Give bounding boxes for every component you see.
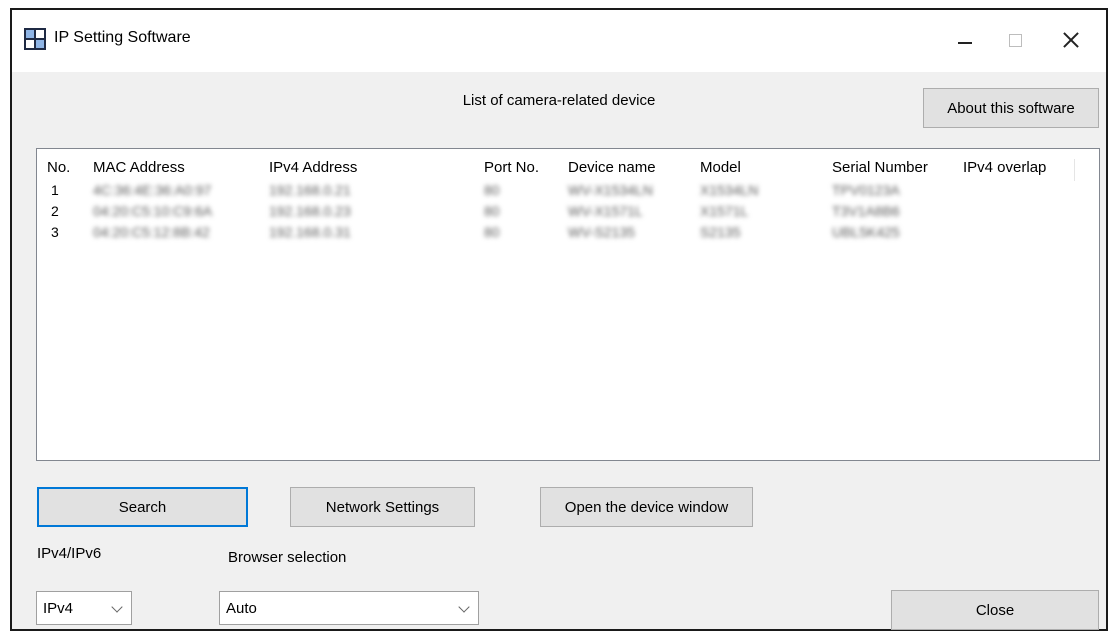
cell-port: 80 [484, 224, 500, 240]
cell-no: 2 [51, 203, 59, 219]
column-header-overlap[interactable]: IPv4 overlap [963, 159, 1046, 176]
browser-selection-label: Browser selection [228, 549, 347, 566]
cell-model: X1571L [700, 203, 749, 219]
minimize-icon [958, 42, 972, 44]
browser-value: Auto [226, 600, 257, 617]
column-separator[interactable] [1074, 159, 1075, 181]
cell-device-name: WV-S2135 [568, 224, 635, 240]
column-header-mac[interactable]: MAC Address [93, 159, 185, 176]
table-row[interactable]: 2 04:20:C5:10:C9:6A 192.168.0.23 80 WV-X… [37, 203, 1099, 223]
cell-model: S2135 [700, 224, 741, 240]
cell-mac: 04:20:C5:12:8B:42 [93, 224, 210, 240]
title-bar[interactable]: IP Setting Software [12, 10, 1106, 72]
cell-port: 80 [484, 203, 500, 219]
cell-ipv4: 192.168.0.23 [269, 203, 351, 219]
list-header: No. MAC Address IPv4 Address Port No. De… [37, 159, 1099, 181]
browser-select[interactable]: Auto [219, 591, 479, 625]
chevron-down-icon [111, 601, 123, 613]
cell-port: 80 [484, 182, 500, 198]
cell-device-name: WV-X1571L [568, 203, 643, 219]
cell-serial: TPV0123A [832, 182, 900, 198]
app-grid-icon [24, 28, 46, 50]
cell-mac: 04:20:C5:10:C9:6A [93, 203, 213, 219]
cell-ipv4: 192.168.0.31 [269, 224, 351, 240]
column-header-no[interactable]: No. [47, 159, 70, 176]
open-device-window-button[interactable]: Open the device window [540, 487, 753, 527]
chevron-down-icon [458, 601, 470, 613]
column-header-ipv4[interactable]: IPv4 Address [269, 159, 357, 176]
ip-version-value: IPv4 [43, 600, 74, 617]
column-header-model[interactable]: Model [700, 159, 741, 176]
column-header-device-name[interactable]: Device name [568, 159, 656, 176]
app-window: IP Setting Software List of camera-relat… [10, 8, 1108, 631]
column-header-serial[interactable]: Serial Number [832, 159, 928, 176]
close-icon [1063, 32, 1079, 48]
about-button[interactable]: About this software [923, 88, 1099, 128]
cell-ipv4: 192.168.0.21 [269, 182, 351, 198]
device-list[interactable]: No. MAC Address IPv4 Address Port No. De… [36, 148, 1100, 461]
table-row[interactable]: 3 04:20:C5:12:8B:42 192.168.0.31 80 WV-S… [37, 224, 1099, 244]
maximize-icon [1008, 33, 1022, 47]
close-window-button[interactable] [1048, 20, 1094, 60]
cell-device-name: WV-X1534LN [568, 182, 653, 198]
cell-no: 1 [51, 182, 59, 198]
network-settings-button[interactable]: Network Settings [290, 487, 475, 527]
close-button[interactable]: Close [891, 590, 1099, 630]
table-row[interactable]: 1 4C:36:4E:36:A0:97 192.168.0.21 80 WV-X… [37, 182, 1099, 202]
minimize-button[interactable] [942, 20, 988, 60]
window-title: IP Setting Software [54, 29, 191, 46]
cell-no: 3 [51, 224, 59, 240]
cell-serial: T3V1A8B6 [832, 203, 900, 219]
cell-model: X1534LN [700, 182, 759, 198]
cell-mac: 4C:36:4E:36:A0:97 [93, 182, 212, 198]
search-button[interactable]: Search [37, 487, 248, 527]
ip-version-label: IPv4/IPv6 [37, 545, 102, 562]
column-header-port[interactable]: Port No. [484, 159, 539, 176]
cell-serial: UBL5K425 [832, 224, 900, 240]
ip-version-select[interactable]: IPv4 [36, 591, 132, 625]
maximize-button[interactable] [992, 20, 1038, 60]
